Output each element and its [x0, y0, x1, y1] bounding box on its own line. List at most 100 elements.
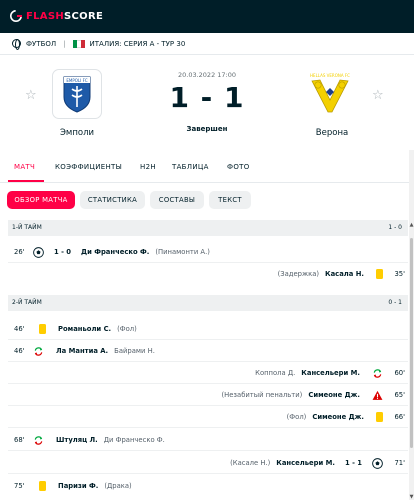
event-row: 26' 1 - 0 Ди Франческо Ф. (Пинамонти А.) [8, 243, 408, 261]
event-minute: 75' [14, 482, 25, 490]
event-minute: 26' [14, 248, 25, 256]
event-minute: 60' [394, 369, 405, 377]
tab-odds[interactable]: КОЭФФИЦИЕНТЫ [55, 163, 122, 171]
logo-icon [10, 10, 22, 22]
second-half-header: 2-Й ТАЙМ 0 - 1 [8, 295, 408, 311]
event-minute: 68' [14, 436, 25, 444]
yellow-card-icon [376, 269, 383, 279]
event-minute: 35' [394, 270, 405, 278]
event-minute: 46' [14, 347, 25, 355]
event-row: (Касале Н.) Кансельери М. 1 - 1 71' [8, 454, 408, 472]
scrollbar[interactable]: ▲ ▼ [409, 150, 414, 500]
subtab-statistics[interactable]: СТАТИСТИКА [80, 191, 145, 209]
event-reason: (Фол) [286, 413, 307, 421]
yellow-card-icon [376, 412, 383, 422]
scroll-up-arrow-icon[interactable]: ▲ [409, 222, 414, 228]
scrollbar-thumb[interactable] [410, 238, 413, 448]
match-tabs: МАТЧ КОЭФФИЦИЕНТЫ H2H ТАБЛИЦА ФОТО [0, 150, 414, 183]
event-player[interactable]: Симеоне Дж. [308, 386, 360, 404]
row-divider [8, 427, 408, 428]
row-divider [8, 405, 408, 406]
goal-ball-icon [372, 457, 383, 469]
event-player[interactable]: Паризи Ф. [58, 477, 98, 495]
event-assist[interactable]: (Пинамонти А.) [155, 243, 210, 261]
event-player-in[interactable]: Штуляц Л. [56, 431, 98, 449]
home-team-logo[interactable]: EMPOLI FC [52, 69, 102, 119]
event-score: 1 - 0 [54, 248, 72, 256]
italy-flag-icon [72, 39, 85, 48]
event-reason: (Задержка) [277, 270, 320, 278]
away-logo-text: HELLAS VERONA FC [310, 73, 350, 78]
home-team-name[interactable]: Эмполи [37, 128, 117, 138]
event-player[interactable]: Романьоли С. [58, 320, 111, 338]
event-reason: (Незабитый пенальти) [221, 391, 303, 399]
event-player[interactable]: Ди Франческо Ф. [81, 243, 149, 261]
event-row: (Фол) Симеоне Дж. 66' [8, 408, 408, 426]
summary-subtabs: ОБЗОР МАТЧА СТАТИСТИКА СОСТАВЫ ТЕКСТ [0, 191, 414, 209]
verona-crest-icon: HELLAS VERONA FC [310, 73, 350, 113]
tab-standings[interactable]: ТАБЛИЦА [172, 163, 209, 171]
row-divider [8, 262, 408, 263]
match-score: 1 - 1 [169, 81, 245, 114]
scroll-down-arrow-icon[interactable]: ▼ [409, 494, 414, 500]
row-divider [8, 450, 408, 451]
tab-photos[interactable]: ФОТО [227, 163, 250, 171]
event-row: 46' Ла Мантиа А. Байрами Н. [8, 342, 408, 360]
away-team-name[interactable]: Верона [292, 128, 372, 138]
breadcrumb-competition[interactable]: ИТАЛИЯ: СЕРИЯ А - ТУР 30 [90, 40, 186, 48]
event-player-out[interactable]: Ди Франческо Ф. [104, 431, 165, 449]
event-player-in[interactable]: Ла Мантиа А. [56, 342, 108, 360]
flashscore-logo[interactable]: FLASHSCORE [9, 9, 103, 23]
event-minute: 71' [394, 459, 405, 467]
first-half-header: 1-Й ТАЙМ 1 - 0 [8, 220, 408, 236]
tab-match[interactable]: МАТЧ [14, 163, 35, 171]
match-header: ☆ EMPOLI FC Эмполи 20.03.2022 17:00 1 - … [0, 55, 414, 150]
favorite-home-star-icon[interactable]: ☆ [25, 89, 37, 102]
home-logo-text: EMPOLI FC [66, 78, 88, 83]
event-player-out[interactable]: Байрами Н. [114, 342, 155, 360]
event-reason: (Драка) [104, 482, 132, 490]
active-tab-indicator [8, 180, 44, 182]
event-reason: (Фол) [117, 325, 137, 333]
row-divider [8, 473, 408, 474]
event-row: 68' Штуляц Л. Ди Франческо Ф. [8, 431, 408, 449]
breadcrumb-separator: | [63, 39, 66, 48]
first-half-title: 1-Й ТАЙМ [12, 224, 42, 231]
event-player-in[interactable]: Кансельери М. [301, 364, 360, 382]
tab-h2h[interactable]: H2H [140, 163, 156, 171]
first-half-score: 1 - 0 [388, 224, 402, 231]
event-assist[interactable]: (Касале Н.) [230, 454, 270, 472]
event-player[interactable]: Симеоне Дж. [312, 408, 364, 426]
top-bar: FLASHSCORE [0, 0, 414, 33]
subtab-text[interactable]: ТЕКСТ [209, 191, 251, 209]
second-half-title: 2-Й ТАЙМ [12, 299, 42, 306]
logo-flash-text: FLASH [26, 10, 65, 22]
breadcrumb-sport[interactable]: ФУТБОЛ [26, 40, 56, 48]
yellow-card-icon [39, 481, 46, 491]
event-player[interactable]: Кансельери М. [276, 454, 335, 472]
substitution-icon [33, 346, 44, 357]
event-row: Коппола Д. Кансельери М. 60' [8, 364, 408, 382]
match-status: Завершен [186, 125, 228, 133]
event-row: 75' Паризи Ф. (Драка) [8, 477, 408, 495]
missed-penalty-icon [372, 390, 383, 401]
empoli-crest-icon: EMPOLI FC [63, 76, 91, 113]
event-score: 1 - 1 [344, 459, 362, 467]
row-divider [8, 339, 408, 340]
globe-icon [12, 39, 21, 50]
logo-score-text: SCORE [64, 10, 104, 22]
event-row: (Незабитый пенальти) Симеоне Дж. 65' [8, 386, 408, 404]
event-row: 46' Романьоли С. (Фол) [8, 320, 408, 338]
event-player[interactable]: Касала Н. [325, 265, 364, 283]
substitution-icon [33, 435, 44, 446]
row-divider [8, 383, 408, 384]
match-datetime: 20.03.2022 17:00 [177, 71, 236, 79]
event-player-out[interactable]: Коппола Д. [255, 364, 295, 382]
row-divider [8, 361, 408, 362]
away-team-logo[interactable]: HELLAS VERONA FC [305, 69, 355, 119]
subtab-lineups[interactable]: СОСТАВЫ [150, 191, 204, 209]
yellow-card-icon [39, 324, 46, 334]
favorite-away-star-icon[interactable]: ☆ [372, 89, 384, 102]
subtab-summary[interactable]: ОБЗОР МАТЧА [7, 191, 75, 209]
event-row: (Задержка) Касала Н. 35' [8, 265, 408, 283]
